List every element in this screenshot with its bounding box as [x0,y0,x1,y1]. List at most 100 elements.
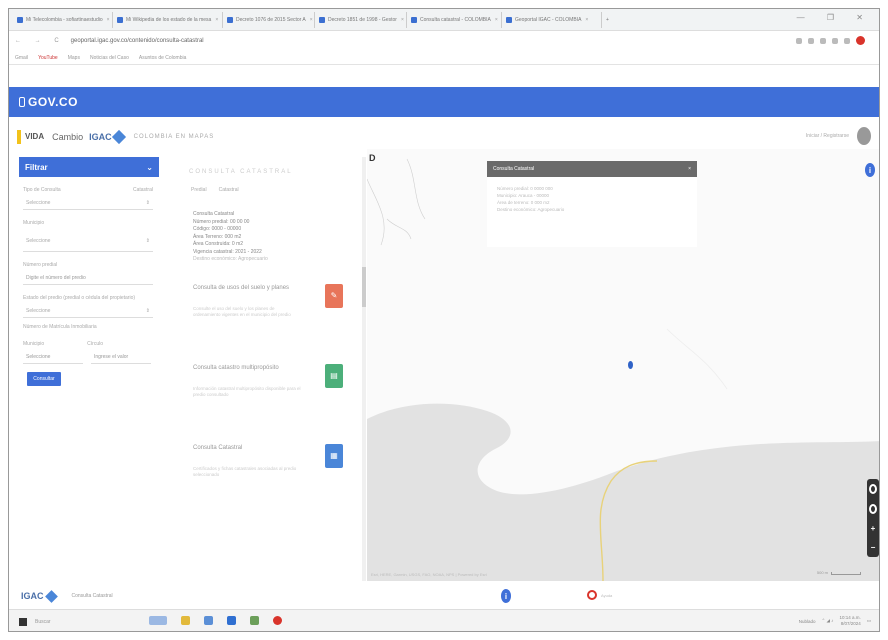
window-controls[interactable]: — ❐ ✕ [797,13,873,22]
close-tab-icon[interactable]: × [215,17,218,23]
map-view[interactable]: D Consulta Catastral × Número predial: 0… [367,149,879,581]
screen-frame: Mi Telecolombia - sofiartinaestudio × Mi … [8,8,880,632]
info-icon[interactable]: i [501,589,511,603]
extension-icons [796,36,865,45]
card-description: Información catastral multipropósito dis… [193,385,301,397]
consultar-button[interactable]: Consultar [27,372,61,386]
tab-favicon [319,16,325,23]
popup-line: Área de terreno: 0 000 m2 [497,200,550,205]
extension-icon[interactable] [808,37,814,44]
field-label: Municipio [23,220,45,226]
outlook-icon[interactable] [227,616,236,625]
windows-taskbar: Buscar Nublado ⌃ ◢ ♪ 10:14 a.m. 8/07/2024… [9,609,879,631]
home-icon[interactable] [869,504,877,514]
extension-icon[interactable] [844,37,850,44]
filter-header[interactable]: Filtrar ⌄ [19,157,159,177]
browser-tab[interactable]: Mi Telecolombia - sofiartinaestudio × [13,11,113,28]
tab-label: Consulta catastral - COLOMBIA [420,16,491,23]
zoom-in-icon[interactable]: + [871,524,876,533]
weather-widget[interactable]: Nublado [799,619,816,624]
predial-number-input[interactable]: Digite el número del predio [23,272,153,285]
browser-tab[interactable]: Decreto 1851 de 1998 - Gestor × [315,11,407,28]
result-card[interactable]: Consulta Catastral Certificados y fichas… [193,443,343,504]
bookmark-item[interactable]: Maps [68,55,80,61]
locate-icon[interactable] [869,484,877,494]
news-widget-icon[interactable] [149,616,167,625]
page-footer: IGAC Consulta Catastral i Ayuda [9,583,879,609]
field-label-row: Municipio Círculo [23,341,103,347]
circulo-input[interactable]: Ingrese el valor [91,351,151,364]
chevron-down-icon[interactable]: ⌄ [146,163,153,172]
field-label: Número predial [23,262,58,268]
close-tab-icon[interactable]: × [401,17,404,23]
municipio-select[interactable]: Seleccione ⇕ [23,230,153,252]
new-tab-icon[interactable]: + [602,12,613,28]
consulta-type-select[interactable]: Seleccione ⇕ [23,197,153,210]
tab-predial[interactable]: Predial [191,187,207,193]
card-title: Consulta Catastral [193,444,243,451]
igac-cube-icon [44,589,58,603]
close-tab-icon[interactable]: × [585,17,588,23]
zoom-out-icon[interactable]: − [871,543,876,552]
scrollbar-thumb[interactable] [362,267,366,307]
field-aux-label: Catastral [132,187,153,193]
bookmark-item[interactable]: Gmail [15,55,28,61]
tab-catastral[interactable]: Catastral [219,187,239,193]
results-title: CONSULTA CATASTRAL [189,169,293,175]
address-bar: ← → C geoportal.igac.gov.co/contenido/co… [9,31,879,51]
close-icon[interactable]: × [688,166,691,172]
app-icon[interactable] [250,616,259,625]
profile-icon[interactable] [856,36,865,45]
info-icon[interactable]: i [865,163,875,177]
browser-tab[interactable]: Consulta catastral - COLOMBIA × [407,11,502,28]
close-tab-icon[interactable]: × [310,17,313,23]
gov-bar: GOV.CO [9,87,879,117]
document-icon[interactable]: ▤ [325,363,343,388]
bookmark-item[interactable]: Noticias del Caso [90,55,129,61]
close-tab-icon[interactable]: × [495,17,498,23]
extension-icon[interactable] [832,37,838,44]
chrome-icon[interactable] [273,616,282,625]
calculator-icon[interactable]: ▦ [325,443,343,468]
gov-co-logo[interactable]: GOV.CO [19,95,78,109]
login-link[interactable]: Iniciar / Registrarse [806,133,849,139]
browser-tab[interactable]: Mi Wikipedia de los estado de la mesa × [113,11,223,28]
pencil-icon[interactable]: ✎ [325,283,343,308]
scale-label: 500 m [816,570,828,575]
tray-icons[interactable]: ⌃ ◢ ♪ [821,618,833,624]
tab-label: Decreto 1851 de 1998 - Gestor [328,16,397,23]
windows-start-icon[interactable] [19,617,27,626]
navigation-buttons[interactable]: ← → C [15,38,65,44]
matricula-row: Seleccione Ingrese el valor [23,351,169,364]
info-line: Número predial: 00 00 00 [193,218,250,225]
bookmark-item[interactable]: Asuntos de Colombia [139,55,187,61]
url-field[interactable]: geoportal.igac.gov.co/contenido/consulta… [71,38,204,44]
notifications-icon[interactable]: ▭ [867,618,871,624]
avatar[interactable] [857,127,871,145]
bookmark-item[interactable]: YouTube [38,55,58,61]
tab-favicon [227,16,233,23]
result-card[interactable]: Consulta catastro multipropósito Informa… [193,363,343,424]
clock[interactable]: 10:14 a.m. 8/07/2024 [839,615,860,627]
extension-icon[interactable] [820,37,826,44]
result-card[interactable]: Consulta de usos del suelo y planes Cons… [193,283,343,344]
browser-tab[interactable]: Decreto 1076 de 2015 Sector A × [223,11,315,28]
file-explorer-icon[interactable] [181,616,190,625]
map-attribution: Esri, HERE, Garmin, USGS, FAO, NOAA, NPS… [371,572,487,577]
igac-logo-text: IGAC [89,132,112,142]
help-link[interactable]: Ayuda [587,590,612,600]
select-arrow-icon: ⇕ [145,237,150,244]
store-icon[interactable] [204,616,213,625]
municipio-matricula-input[interactable]: Seleccione [23,351,83,364]
extension-icon[interactable] [796,37,802,44]
info-line: Área Terreno: 000 m2 [193,233,242,240]
tab-favicon [411,16,417,23]
estado-predio-select[interactable]: Seleccione ⇕ [23,305,153,318]
browser-tab[interactable]: Geoportal IGAC - COLOMBIA × [502,11,602,28]
taskbar-search[interactable]: Buscar [35,619,51,625]
popup-body: Número predial: 0 0000 000 Municipio: Ar… [487,177,697,221]
igac-logo[interactable]: IGAC [89,129,126,145]
location-marker-icon[interactable] [628,361,633,369]
close-tab-icon[interactable]: × [107,17,110,23]
results-scrollbar[interactable] [362,157,366,581]
